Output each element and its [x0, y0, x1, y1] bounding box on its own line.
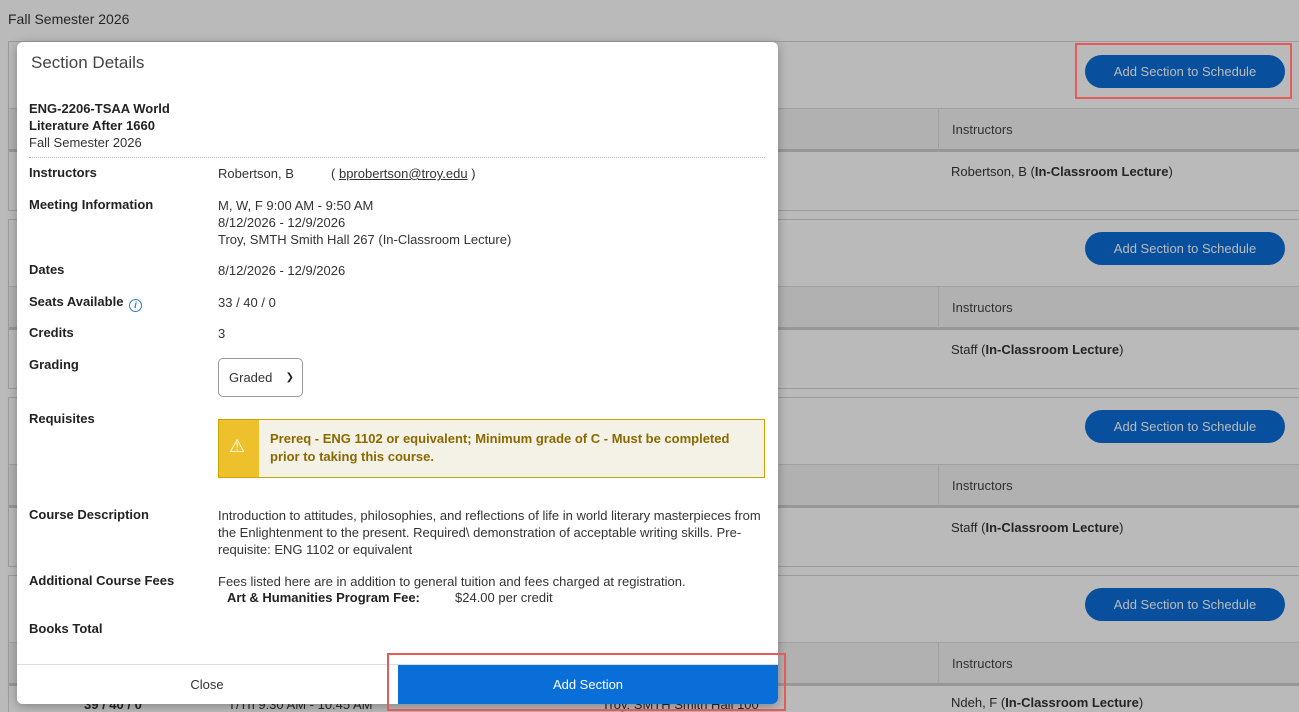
meeting-location: Troy, SMTH Smith Hall 267 (In-Classroom … [218, 232, 512, 247]
grading-selected-value: Graded [229, 370, 273, 385]
warning-icon: ⚠ [229, 436, 246, 456]
fee-amount: $24.00 per credit [455, 590, 553, 605]
section-details-modal: Section Details ENG-2206-TSAA World Lite… [17, 42, 778, 704]
grading-select[interactable]: Graded ❯ [218, 358, 303, 397]
seats-label-wrap: Seats Available i [29, 294, 143, 312]
credits-label: Credits [29, 325, 74, 340]
prereq-alert: ⚠ Prereq - ENG 1102 or equivalent; Minim… [218, 419, 765, 478]
instructors-label: Instructors [29, 165, 97, 180]
highlight-box [1075, 43, 1292, 99]
instructor-email-wrap: ( bprobertson@troy.edu ) [331, 166, 476, 181]
info-icon[interactable]: i [129, 299, 143, 312]
fees-note: Fees listed here are in addition to gene… [218, 574, 686, 589]
dates-label: Dates [29, 262, 65, 277]
description-value: Introduction to attitudes, philosophies,… [218, 508, 761, 557]
grading-label: Grading [29, 357, 79, 372]
meeting-days-time: M, W, F 9:00 AM - 9:50 AM [218, 198, 374, 213]
credits-value: 3 [218, 326, 226, 341]
course-name: ENG-2206-TSAA World Literature After 166… [29, 101, 170, 133]
dates-value: 8/12/2026 - 12/9/2026 [218, 263, 346, 278]
divider [29, 157, 765, 158]
seats-value: 33 / 40 / 0 [218, 295, 276, 310]
modal-body: ENG-2206-TSAA World Literature After 166… [17, 92, 778, 664]
modal-title: Section Details [31, 53, 145, 72]
requisites-label: Requisites [29, 411, 95, 426]
meeting-info-value: M, W, F 9:00 AM - 9:50 AM 8/12/2026 - 12… [218, 197, 511, 248]
fees-label: Additional Course Fees [29, 573, 175, 588]
highlight-box [387, 653, 786, 711]
close-button[interactable]: Close [17, 665, 397, 704]
meeting-info-label: Meeting Information [29, 197, 154, 212]
fee-name: Art & Humanities Program Fee: [227, 590, 420, 605]
books-total-label: Books Total [29, 621, 103, 636]
warning-icon-box: ⚠ [219, 420, 259, 477]
instructor-email-link[interactable]: bprobertson@troy.edu [339, 166, 468, 181]
instructor-name: Robertson, B [218, 166, 294, 181]
prereq-text: Prereq - ENG 1102 or equivalent; Minimum… [270, 431, 730, 464]
description-label: Course Description [29, 507, 149, 522]
course-term: Fall Semester 2026 [29, 135, 142, 150]
chevron-down-icon: ❯ [285, 372, 294, 383]
instructors-value: Robertson, B ( bprobertson@troy.edu ) [218, 165, 758, 182]
seats-label: Seats Available [29, 294, 124, 309]
meeting-dates: 8/12/2026 - 12/9/2026 [218, 215, 346, 230]
